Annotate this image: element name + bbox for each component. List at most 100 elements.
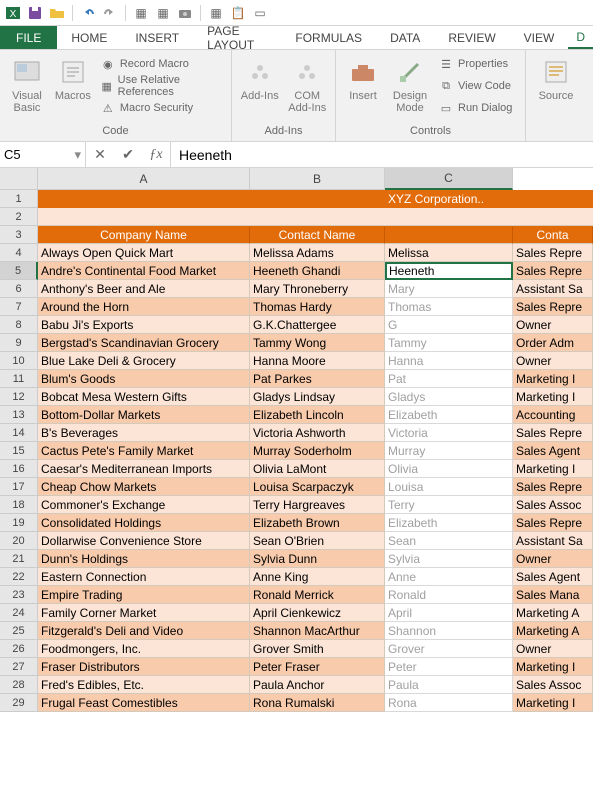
paste-icon[interactable]: 📋: [229, 4, 247, 22]
cell-title[interactable]: Owner: [513, 352, 593, 370]
cell-contact[interactable]: Heeneth Ghandi: [250, 262, 385, 280]
undo-icon[interactable]: [79, 4, 97, 22]
row-header[interactable]: 18: [0, 496, 38, 514]
cell-firstname[interactable]: Louisa: [385, 478, 513, 496]
cell-contact[interactable]: Elizabeth Lincoln: [250, 406, 385, 424]
row-header[interactable]: 27: [0, 658, 38, 676]
cell-title[interactable]: Owner: [513, 550, 593, 568]
relative-refs-button[interactable]: ▦Use Relative References: [98, 76, 225, 96]
cell-firstname[interactable]: April: [385, 604, 513, 622]
tab-insert[interactable]: INSERT: [121, 26, 193, 49]
macro-security-button[interactable]: ⚠Macro Security: [98, 98, 225, 118]
tab-home[interactable]: HOME: [57, 26, 121, 49]
cell-firstname[interactable]: Shannon: [385, 622, 513, 640]
cell-title[interactable]: Marketing I: [513, 694, 593, 712]
cell-title[interactable]: Sales Assoc: [513, 496, 593, 514]
row-header[interactable]: 12: [0, 388, 38, 406]
cell-contact[interactable]: Grover Smith: [250, 640, 385, 658]
cell[interactable]: [385, 208, 513, 226]
tab-developer[interactable]: D: [568, 26, 593, 49]
cell-firstname[interactable]: Elizabeth: [385, 514, 513, 532]
tab-view[interactable]: VIEW: [510, 26, 569, 49]
cell-company[interactable]: Anthony's Beer and Ale: [38, 280, 250, 298]
page-title[interactable]: XYZ Corporation..: [385, 190, 513, 208]
cell-company[interactable]: Empire Trading: [38, 586, 250, 604]
tab-data[interactable]: DATA: [376, 26, 434, 49]
cell-company[interactable]: Foodmongers, Inc.: [38, 640, 250, 658]
row-header[interactable]: 9: [0, 334, 38, 352]
tab-page-layout[interactable]: PAGE LAYOUT: [193, 26, 281, 49]
source-button[interactable]: Source: [532, 52, 580, 102]
cell-company[interactable]: Fred's Edibles, Etc.: [38, 676, 250, 694]
newdoc-icon[interactable]: ▭: [251, 4, 269, 22]
cell-title[interactable]: Marketing I: [513, 460, 593, 478]
camera-icon[interactable]: [176, 4, 194, 22]
cell-firstname[interactable]: Heeneth: [385, 262, 513, 280]
cell-contact[interactable]: Murray Soderholm: [250, 442, 385, 460]
cell-firstname[interactable]: Peter: [385, 658, 513, 676]
cell-title[interactable]: Sales Repre: [513, 244, 593, 262]
tab-file[interactable]: FILE: [0, 26, 57, 49]
cell-firstname[interactable]: Elizabeth: [385, 406, 513, 424]
cell-contact[interactable]: April Cienkewicz: [250, 604, 385, 622]
cell-company[interactable]: Blue Lake Deli & Grocery: [38, 352, 250, 370]
cell-firstname[interactable]: Grover: [385, 640, 513, 658]
cell-firstname[interactable]: Sean: [385, 532, 513, 550]
cell-contact[interactable]: Gladys Lindsay: [250, 388, 385, 406]
cell-title[interactable]: Sales Repre: [513, 424, 593, 442]
cell-contact[interactable]: Victoria Ashworth: [250, 424, 385, 442]
row-header[interactable]: 8: [0, 316, 38, 334]
cell-firstname[interactable]: Ronald: [385, 586, 513, 604]
save-icon[interactable]: [26, 4, 44, 22]
open-icon[interactable]: ▦: [132, 4, 150, 22]
cell-contact[interactable]: Melissa Adams: [250, 244, 385, 262]
cell-firstname[interactable]: Paula: [385, 676, 513, 694]
cell-company[interactable]: Caesar's Mediterranean Imports: [38, 460, 250, 478]
cell-company[interactable]: Around the Horn: [38, 298, 250, 316]
cell-contact[interactable]: Ronald Merrick: [250, 586, 385, 604]
cell-title[interactable]: Sales Assoc: [513, 676, 593, 694]
cell-contact[interactable]: Anne King: [250, 568, 385, 586]
cell-company[interactable]: Eastern Connection: [38, 568, 250, 586]
row-header[interactable]: 2: [0, 208, 38, 226]
tab-review[interactable]: REVIEW: [434, 26, 509, 49]
cell-company[interactable]: B's Beverages: [38, 424, 250, 442]
cell-firstname[interactable]: Pat: [385, 370, 513, 388]
enter-formula-button[interactable]: ✔: [114, 146, 142, 163]
cell-company[interactable]: Cheap Chow Markets: [38, 478, 250, 496]
visual-basic-button[interactable]: Visual Basic: [6, 52, 48, 114]
cell-contact[interactable]: Elizabeth Brown: [250, 514, 385, 532]
row-header[interactable]: 17: [0, 478, 38, 496]
cell-title[interactable]: Sales Repre: [513, 298, 593, 316]
col-header-title[interactable]: Conta: [513, 226, 593, 244]
cell-firstname[interactable]: Anne: [385, 568, 513, 586]
cell-firstname[interactable]: Gladys: [385, 388, 513, 406]
cell-title[interactable]: Marketing A: [513, 604, 593, 622]
redo-icon[interactable]: [101, 4, 119, 22]
row-header[interactable]: 22: [0, 568, 38, 586]
col-header-a[interactable]: A: [38, 168, 250, 190]
worksheet-grid[interactable]: 1234567891011121314151617181920212223242…: [0, 168, 593, 712]
cell-title[interactable]: Marketing I: [513, 388, 593, 406]
cell-company[interactable]: Family Corner Market: [38, 604, 250, 622]
cell-company[interactable]: Bobcat Mesa Western Gifts: [38, 388, 250, 406]
row-header[interactable]: 3: [0, 226, 38, 244]
cell-company[interactable]: Commoner's Exchange: [38, 496, 250, 514]
cell-firstname[interactable]: Melissa: [385, 244, 513, 262]
cell-company[interactable]: Frugal Feast Comestibles: [38, 694, 250, 712]
row-header[interactable]: 1: [0, 190, 38, 208]
cell-contact[interactable]: Shannon MacArthur: [250, 622, 385, 640]
cell-firstname[interactable]: Olivia: [385, 460, 513, 478]
cell-firstname[interactable]: Rona: [385, 694, 513, 712]
row-header[interactable]: 28: [0, 676, 38, 694]
row-header[interactable]: 14: [0, 424, 38, 442]
cell-contact[interactable]: Paula Anchor: [250, 676, 385, 694]
cell-firstname[interactable]: Tammy: [385, 334, 513, 352]
cell-title[interactable]: Accounting: [513, 406, 593, 424]
run-dialog-button[interactable]: ▭Run Dialog: [436, 98, 514, 118]
cell-firstname[interactable]: Thomas: [385, 298, 513, 316]
cell[interactable]: [250, 208, 385, 226]
cell-title[interactable]: Marketing I: [513, 658, 593, 676]
row-header[interactable]: 5: [0, 262, 38, 280]
com-addins-button[interactable]: COM Add-Ins: [286, 52, 330, 114]
